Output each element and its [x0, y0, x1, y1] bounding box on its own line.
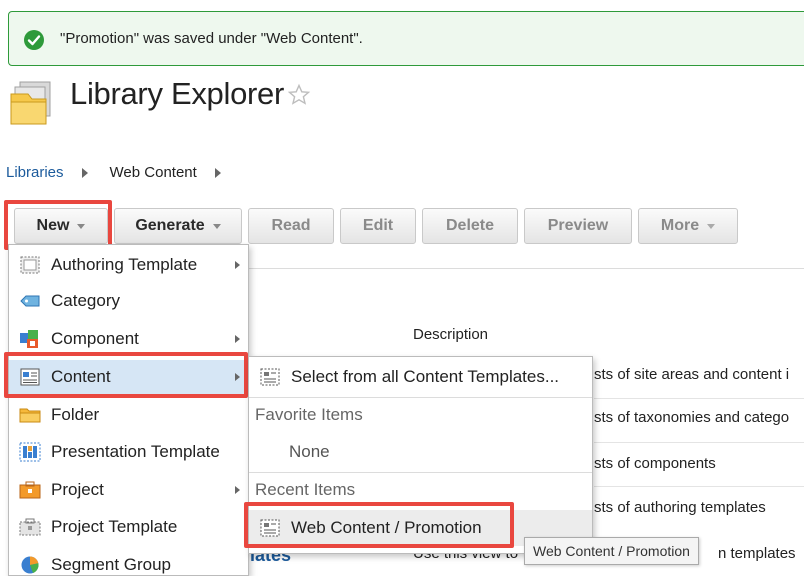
- project-template-icon: [19, 518, 41, 536]
- delete-button-label: Delete: [445, 217, 495, 234]
- favorite-items-header: Favorite Items: [249, 397, 592, 433]
- segment-group-icon: [21, 556, 39, 574]
- menu-item-label: Project: [51, 480, 104, 499]
- edit-button[interactable]: Edit: [340, 208, 416, 244]
- table-row-divider: [594, 486, 804, 487]
- table-row-divider: [594, 442, 804, 443]
- menu-section-label: Recent Items: [255, 480, 356, 499]
- menu-section-label: Favorite Items: [255, 405, 363, 424]
- preview-button[interactable]: Preview: [524, 208, 632, 244]
- submenu-arrow-icon: [235, 261, 240, 269]
- read-button-label: Read: [271, 217, 311, 234]
- table-row-description: sts of taxonomies and catego: [594, 409, 790, 426]
- more-button[interactable]: More: [638, 208, 738, 244]
- menu-item-authoring-template[interactable]: Authoring Template: [9, 248, 248, 282]
- success-message-text: "Promotion" was saved under "Web Content…: [60, 30, 363, 47]
- breadcrumb-web-content[interactable]: Web Content: [110, 164, 197, 181]
- authoring-template-icon: [20, 256, 40, 274]
- menu-item-category[interactable]: Category: [9, 284, 248, 318]
- success-message: "Promotion" was saved under "Web Content…: [8, 11, 804, 66]
- submenu-arrow-icon: [235, 335, 240, 343]
- check-circle-icon: [24, 30, 44, 50]
- content-item-highlight: [4, 352, 248, 398]
- presentation-template-icon: [19, 442, 41, 462]
- breadcrumb-libraries[interactable]: Libraries: [6, 164, 64, 181]
- breadcrumb: Libraries Web Content: [6, 164, 243, 181]
- menu-item-segment-group[interactable]: Segment Group: [9, 548, 248, 576]
- chevron-down-icon: [707, 223, 716, 229]
- menu-item-label: Authoring Template: [51, 255, 198, 274]
- menu-item-presentation-template[interactable]: Presentation Template: [9, 435, 248, 469]
- new-dropdown-menu: Authoring Template Category Component Co…: [8, 244, 249, 576]
- menu-item-label: Presentation Template: [51, 442, 220, 461]
- folder-icon: [19, 408, 41, 423]
- table-row-description: sts of components: [594, 455, 716, 472]
- more-button-label: More: [660, 217, 700, 234]
- content-template-icon: [260, 368, 280, 386]
- table-row-description: sts of authoring templates: [594, 499, 766, 516]
- breadcrumb-separator-icon: [214, 167, 221, 178]
- new-button-highlight: [4, 200, 112, 250]
- recent-item-highlight: [244, 502, 514, 548]
- table-row-divider: [594, 398, 804, 399]
- submenu-arrow-icon: [235, 486, 240, 494]
- menu-empty-label: None: [289, 442, 330, 461]
- table-divider: [248, 268, 804, 269]
- chevron-down-icon: [212, 223, 221, 229]
- menu-item-label: Project Template: [51, 517, 178, 536]
- table-row-description: sts of site areas and content i: [594, 366, 790, 383]
- generate-button-label: Generate: [135, 217, 205, 234]
- description-column-header: Description: [413, 326, 489, 343]
- table-row-description: n templates: [718, 545, 796, 562]
- project-icon: [19, 481, 41, 499]
- menu-item-label: Category: [51, 291, 120, 310]
- component-icon: [20, 330, 38, 348]
- favorite-items-empty: None: [249, 434, 592, 470]
- favorite-star-icon[interactable]: [287, 83, 311, 107]
- menu-item-label: Select from all Content Templates...: [291, 367, 560, 386]
- menu-item-label: Component: [51, 329, 139, 348]
- menu-item-project-template[interactable]: Project Template: [9, 510, 248, 544]
- edit-button-label: Edit: [362, 217, 394, 234]
- menu-item-label: Folder: [51, 405, 100, 424]
- generate-button[interactable]: Generate: [114, 208, 242, 244]
- menu-item-project[interactable]: Project: [9, 473, 248, 507]
- delete-button[interactable]: Delete: [422, 208, 518, 244]
- read-button[interactable]: Read: [248, 208, 334, 244]
- breadcrumb-separator-icon: [81, 167, 88, 178]
- tooltip: Web Content / Promotion: [524, 537, 699, 565]
- preview-button-label: Preview: [547, 217, 609, 234]
- menu-item-component[interactable]: Component: [9, 322, 248, 356]
- menu-item-label: Segment Group: [51, 555, 172, 574]
- library-explorer-icon: [10, 81, 51, 125]
- page-title: Library Explorer: [70, 76, 285, 111]
- category-tag-icon: [20, 295, 40, 307]
- menu-item-folder[interactable]: Folder: [9, 398, 248, 432]
- select-all-content-templates[interactable]: Select from all Content Templates...: [249, 359, 592, 395]
